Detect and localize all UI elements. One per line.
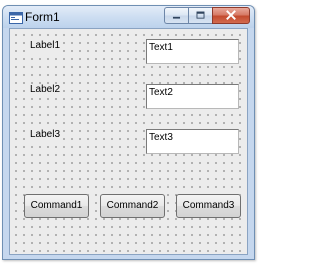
maximize-button[interactable]	[188, 7, 212, 24]
form-design-surface[interactable]: Label1 Label2 Label3 Text1 Text2 Text3 C…	[9, 28, 248, 255]
window-title: Form1	[25, 10, 60, 24]
text2-textbox[interactable]: Text2	[146, 84, 239, 109]
close-icon	[226, 10, 236, 20]
label3[interactable]: Label3	[30, 129, 63, 141]
label2[interactable]: Label2	[30, 84, 63, 96]
caption-buttons	[164, 7, 250, 25]
text3-textbox[interactable]: Text3	[146, 129, 239, 154]
form-icon[interactable]	[9, 11, 23, 24]
command2-button[interactable]: Command2	[100, 194, 165, 218]
command1-button[interactable]: Command1	[24, 194, 89, 218]
form-window: Form1 Label1 Label2 Label3 Text1 Text2 T…	[2, 5, 255, 260]
command3-button[interactable]: Command3	[176, 194, 241, 218]
maximize-icon	[196, 11, 205, 19]
text1-textbox[interactable]: Text1	[146, 39, 239, 64]
label1[interactable]: Label1	[30, 40, 63, 52]
close-button[interactable]	[212, 7, 250, 24]
minimize-button[interactable]	[164, 7, 188, 24]
title-bar[interactable]: Form1	[3, 6, 254, 28]
minimize-icon	[172, 16, 181, 19]
